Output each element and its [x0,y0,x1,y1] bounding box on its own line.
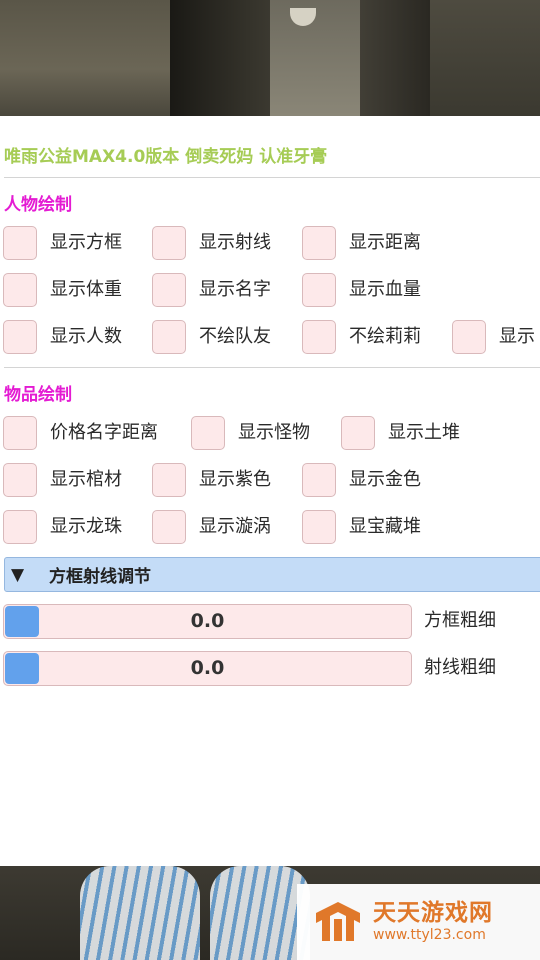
checkbox-label: 价格名字距离 [50,422,158,443]
checkbox-label: 显示方框 [50,232,122,253]
collapse-header-box-ray-adjust[interactable]: ▼ 方框射线调节 [4,557,540,592]
checkbox-label: 显示体重 [50,279,122,300]
statue-figure [210,866,310,960]
checkbox-label: 显示怪物 [238,422,310,443]
checkbox-show-health[interactable] [302,273,336,307]
checkbox-label: 显示血量 [349,279,421,300]
collapse-arrow-icon: ▼ [11,564,25,585]
checkbox-show-dirt-pile[interactable] [341,416,375,450]
checkbox-hide-teammates[interactable] [152,320,186,354]
divider [4,177,540,178]
menu-panel: 唯雨公益MAX4.0版本 倒卖死妈 认准牙膏 人物绘制 显示方框 显示射线 显示… [0,116,540,866]
checkbox-show-purple[interactable] [152,463,186,497]
watermark-logo-icon [316,902,360,941]
slider-label: 方框粗细 [424,610,496,631]
checkbox-show-ray[interactable] [152,226,186,260]
checkbox-label: 显示土堆 [388,422,460,443]
checkbox-show-name[interactable] [152,273,186,307]
checkbox-label: 显宝藏堆 [349,516,421,537]
checkbox-show-distance[interactable] [302,226,336,260]
menu-title: 唯雨公益MAX4.0版本 倒卖死妈 认准牙膏 [4,147,328,167]
checkbox-label: 不绘队友 [199,326,271,347]
checkbox-label: 显示距离 [349,232,421,253]
checkbox-label: 显示 [499,326,535,347]
checkbox-show-count[interactable] [3,320,37,354]
slider-label: 射线粗细 [424,657,496,678]
checkbox-show-monster[interactable] [191,416,225,450]
checkbox-price-name-distance[interactable] [3,416,37,450]
slider-value: 0.0 [190,610,225,632]
game-background-top [0,0,540,116]
checkbox-show-vortex[interactable] [152,510,186,544]
checkbox-show-gold[interactable] [302,463,336,497]
checkbox-show-treasure[interactable] [302,510,336,544]
watermark-title: 天天游戏网 [373,900,493,926]
statue-figure [80,866,200,960]
slider-ray-thickness[interactable]: 0.0 [3,651,412,686]
slider-value: 0.0 [190,657,225,679]
checkbox-label: 显示名字 [199,279,271,300]
checkbox-label: 显示漩涡 [199,516,271,537]
checkbox-label: 显示人数 [50,326,122,347]
checkbox-label: 显示龙珠 [50,516,122,537]
section-heading-items: 物品绘制 [4,385,72,405]
checkbox-show-dragon-ball[interactable] [3,510,37,544]
checkbox-label: 显示射线 [199,232,271,253]
checkbox-hide-lili[interactable] [302,320,336,354]
watermark: 天天游戏网 www.ttyl23.com [297,884,540,960]
checkbox-label: 显示金色 [349,469,421,490]
checkbox-label: 不绘莉莉 [349,326,421,347]
checkbox-show-box[interactable] [3,226,37,260]
watermark-url: www.ttyl23.com [373,927,486,943]
checkbox-label: 显示紫色 [199,469,271,490]
checkbox-label: 显示棺材 [50,469,122,490]
divider [4,367,540,368]
checkbox-show-extra[interactable] [452,320,486,354]
slider-box-thickness[interactable]: 0.0 [3,604,412,639]
checkbox-show-coffin[interactable] [3,463,37,497]
section-heading-character: 人物绘制 [4,195,72,215]
collapse-header-label: 方框射线调节 [49,567,151,587]
checkbox-show-weight[interactable] [3,273,37,307]
